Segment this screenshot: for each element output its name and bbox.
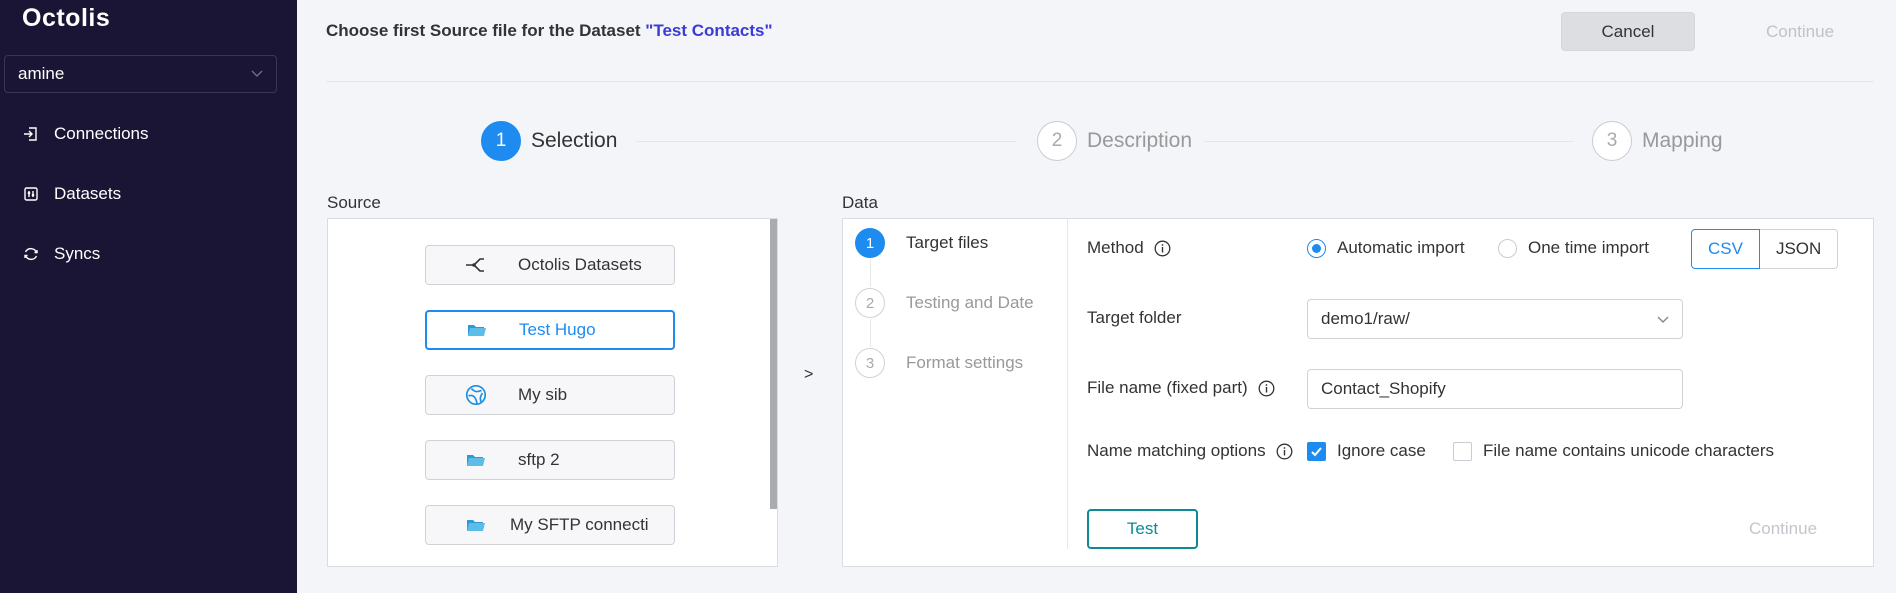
source-item-test-hugo[interactable]: Test Hugo bbox=[425, 310, 675, 350]
source-item-sftp-2[interactable]: sftp 2 bbox=[425, 440, 675, 480]
step-number: 2 bbox=[1037, 121, 1077, 161]
continue-button[interactable]: Continue bbox=[1723, 509, 1843, 549]
target-folder-label: Target folder bbox=[1087, 308, 1182, 327]
sub-step-testing-and-date[interactable]: 2 Testing and Date bbox=[855, 288, 1034, 318]
info-icon[interactable] bbox=[1258, 380, 1275, 397]
radio-automatic-import[interactable]: Automatic import bbox=[1307, 238, 1465, 258]
step-label: Selection bbox=[531, 129, 618, 152]
account-name: amine bbox=[18, 64, 65, 83]
checkbox-label: Ignore case bbox=[1337, 441, 1426, 460]
sub-step-format-settings[interactable]: 3 Format settings bbox=[855, 348, 1023, 378]
sub-step-label: Format settings bbox=[906, 353, 1024, 372]
source-scrollbar[interactable] bbox=[770, 219, 777, 509]
sub-step-label: Target files bbox=[906, 233, 989, 252]
arrow-separator: > bbox=[804, 366, 814, 383]
sub-step-number: 1 bbox=[855, 228, 885, 258]
source-item-my-sib[interactable]: My sib bbox=[425, 375, 675, 415]
info-icon[interactable] bbox=[1154, 240, 1171, 257]
checkbox-box bbox=[1453, 441, 1472, 461]
sub-step-target-files[interactable]: 1 Target files bbox=[855, 228, 988, 258]
sidebar-item-label: Datasets bbox=[54, 184, 122, 203]
sub-step-number: 2 bbox=[855, 288, 885, 318]
sub-step-connector bbox=[870, 319, 871, 347]
format-json-button[interactable]: JSON bbox=[1759, 229, 1839, 269]
target-folder-value: demo1/raw/ bbox=[1321, 309, 1410, 328]
step-connector bbox=[1204, 141, 1574, 142]
source-item-label: My SFTP connecti bbox=[510, 515, 649, 534]
method-label-text: Method bbox=[1087, 238, 1144, 257]
sub-step-label: Testing and Date bbox=[906, 293, 1034, 312]
sub-step-connector bbox=[870, 259, 871, 287]
sidebar-item-syncs[interactable]: Syncs bbox=[22, 244, 100, 264]
source-item-my-sftp-connection[interactable]: My SFTP connecti bbox=[425, 505, 675, 545]
dataset-icon bbox=[22, 185, 40, 203]
chevron-down-icon bbox=[251, 70, 263, 77]
source-item-label: sftp 2 bbox=[518, 450, 560, 469]
test-button[interactable]: Test bbox=[1087, 509, 1198, 549]
radio-circle bbox=[1307, 238, 1326, 258]
checkbox-label: File name contains unicode characters bbox=[1483, 441, 1775, 460]
step-label: Mapping bbox=[1642, 129, 1723, 152]
format-toggle: CSV JSON bbox=[1691, 229, 1839, 269]
info-icon[interactable] bbox=[1276, 443, 1293, 460]
dataset-name: "Test Contacts" bbox=[645, 21, 773, 40]
source-item-label: Octolis Datasets bbox=[518, 255, 642, 274]
sftp-folder-icon bbox=[464, 448, 488, 472]
source-item-label: My sib bbox=[518, 385, 568, 404]
sub-steps: 1 Target files 2 Testing and Date 3 Form… bbox=[843, 219, 1068, 549]
sidebar-item-connections[interactable]: Connections bbox=[22, 124, 149, 144]
file-name-input[interactable] bbox=[1307, 369, 1683, 409]
page-title: Choose first Source file for the Dataset… bbox=[326, 21, 773, 41]
sftp-folder-icon bbox=[464, 513, 488, 537]
step-selection: 1 Selection bbox=[481, 121, 617, 161]
step-number: 1 bbox=[481, 121, 521, 161]
sub-step-number: 3 bbox=[855, 348, 885, 378]
sftp-folder-icon bbox=[465, 318, 489, 342]
data-label: Data bbox=[842, 193, 878, 212]
radio-circle bbox=[1498, 238, 1517, 258]
name-matching-label: Name matching options bbox=[1087, 441, 1293, 461]
checkbox-box bbox=[1307, 441, 1326, 461]
source-panel: Octolis Datasets Test Hugo My sib sftp 2… bbox=[327, 218, 778, 567]
file-name-label: File name (fixed part) bbox=[1087, 378, 1275, 398]
file-name-label-text: File name (fixed part) bbox=[1087, 378, 1248, 397]
target-folder-select[interactable]: demo1/raw/ bbox=[1307, 299, 1683, 339]
sync-icon bbox=[22, 245, 40, 263]
page-title-prefix: Choose first Source file for the Dataset bbox=[326, 21, 646, 40]
radio-one-time-import[interactable]: One time import bbox=[1498, 238, 1649, 258]
step-description: 2 Description bbox=[1037, 121, 1192, 161]
unicode-checkbox[interactable]: File name contains unicode characters bbox=[1453, 441, 1774, 461]
continue-button[interactable]: Continue bbox=[1730, 12, 1870, 51]
sendinblue-icon bbox=[464, 383, 488, 407]
step-connector bbox=[636, 141, 1016, 142]
sidebar-item-label: Syncs bbox=[54, 244, 101, 263]
method-label: Method bbox=[1087, 238, 1171, 258]
radio-label: One time import bbox=[1528, 238, 1649, 257]
check-icon bbox=[1311, 446, 1322, 456]
step-mapping: 3 Mapping bbox=[1592, 121, 1723, 161]
octolis-logo[interactable]: Octolis bbox=[22, 4, 110, 33]
source-item-label: Test Hugo bbox=[519, 320, 596, 339]
name-matching-label-text: Name matching options bbox=[1087, 441, 1266, 460]
data-panel: 1 Target files 2 Testing and Date 3 Form… bbox=[842, 218, 1874, 567]
source-item-octolis-datasets[interactable]: Octolis Datasets bbox=[425, 245, 675, 285]
chevron-down-icon bbox=[1657, 316, 1669, 323]
sidebar-item-label: Connections bbox=[54, 124, 149, 143]
sidebar-item-datasets[interactable]: Datasets bbox=[22, 184, 121, 204]
radio-label: Automatic import bbox=[1337, 238, 1465, 257]
format-csv-button[interactable]: CSV bbox=[1691, 229, 1760, 269]
account-select[interactable]: amine bbox=[4, 55, 277, 93]
sidebar: Octolis amine Connections Datasets Syncs bbox=[0, 0, 297, 593]
cancel-button[interactable]: Cancel bbox=[1561, 12, 1695, 51]
step-number: 3 bbox=[1592, 121, 1632, 161]
ignore-case-checkbox[interactable]: Ignore case bbox=[1307, 441, 1426, 461]
step-label: Description bbox=[1087, 129, 1193, 152]
login-icon bbox=[22, 125, 40, 143]
octolis-datasets-icon bbox=[464, 253, 488, 277]
header-divider bbox=[326, 81, 1874, 82]
source-label: Source bbox=[327, 193, 381, 212]
